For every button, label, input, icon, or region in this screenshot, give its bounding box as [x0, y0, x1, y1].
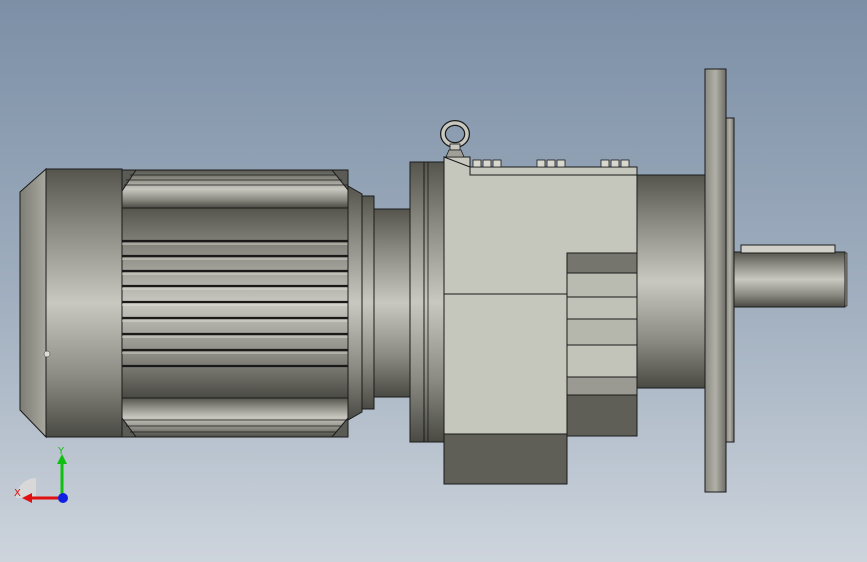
gearbox-housing: [443, 156, 638, 485]
z-axis-dot: [58, 493, 68, 503]
axis-triad: X Y: [14, 446, 68, 503]
x-axis-label: X: [14, 488, 21, 499]
cad-viewport[interactable]: X Y: [0, 0, 867, 562]
motor-end-shield: [347, 185, 411, 421]
motor-fan-cover: [19, 167, 123, 439]
gear-motor-model[interactable]: [0, 0, 867, 562]
y-axis-label: Y: [57, 446, 65, 457]
output-shaft: [733, 244, 848, 308]
output-flange: [704, 68, 735, 493]
gearbox-input-flange: [409, 161, 445, 443]
output-hub: [636, 174, 706, 389]
motor-housing: [121, 169, 349, 438]
lifting-eye-bolt: [440, 120, 470, 158]
